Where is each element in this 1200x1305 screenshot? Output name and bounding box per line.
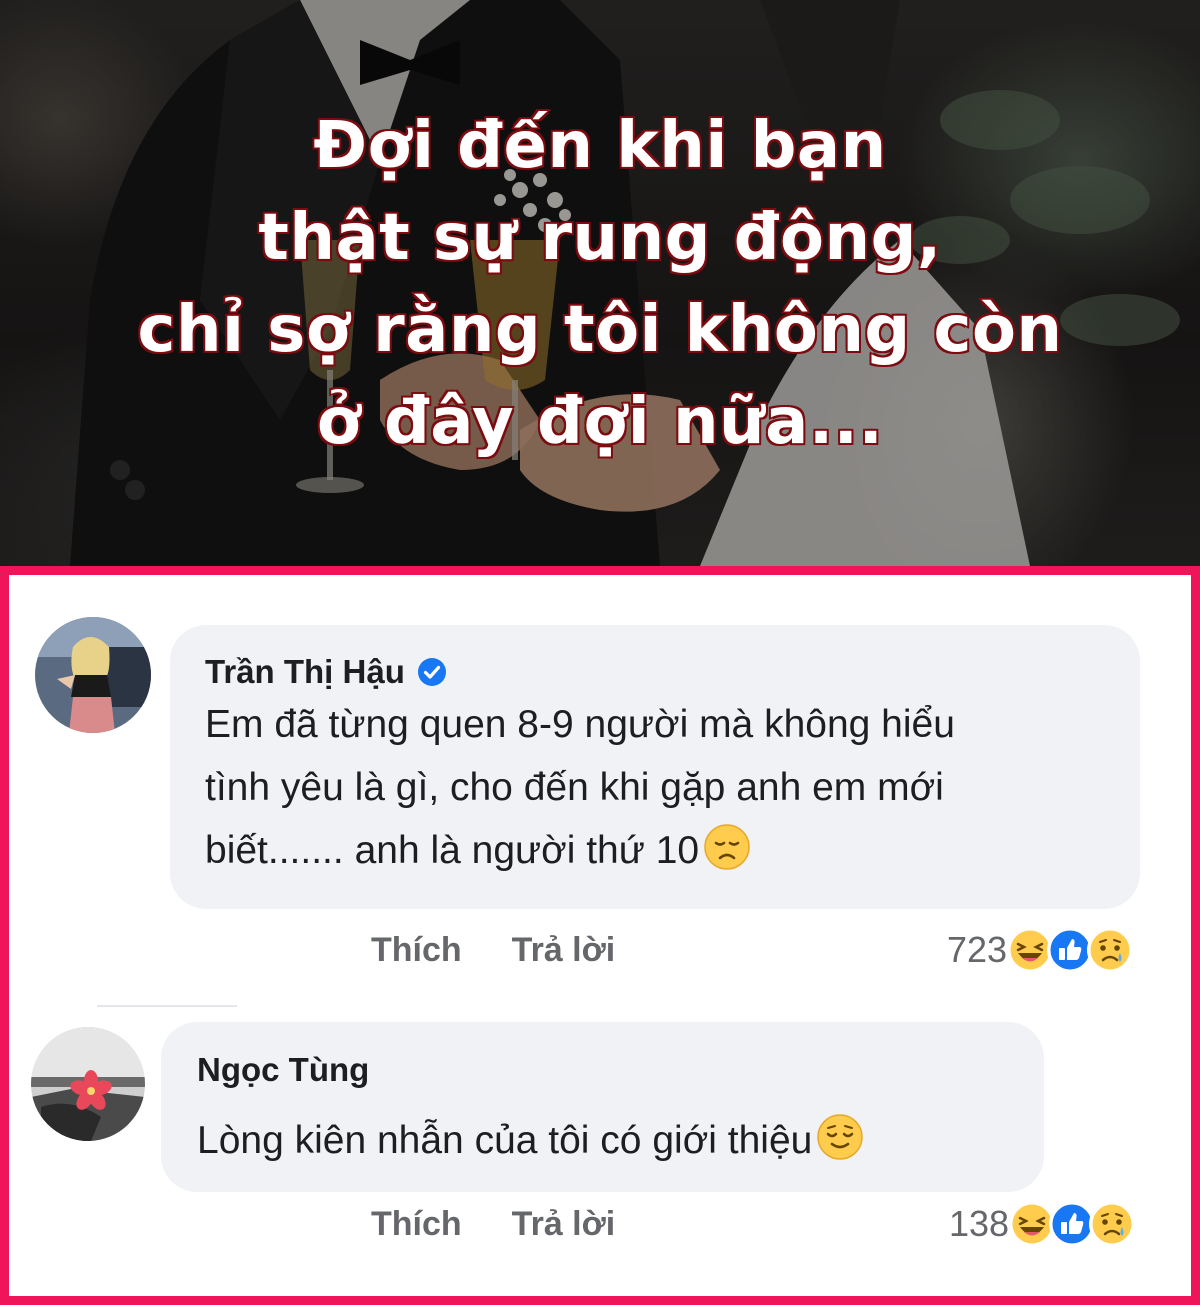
comment-actions: Thích Trả lời [371,931,615,970]
like-button[interactable]: Thích [371,1205,462,1244]
wedding-photo-banner: Đợi đến khi bạn thật sự rung động, chỉ s… [0,0,1200,566]
author-name[interactable]: Ngọc Tùng [197,1051,369,1089]
comments-panel: Trần Thị Hậu Em đã từng quen 8-9 người m… [0,566,1200,1305]
headline-line: thật sự rung động, [257,200,943,277]
reaction-count[interactable]: 138 [949,1203,1009,1245]
comment-item: Trần Thị Hậu Em đã từng quen 8-9 người m… [9,575,1191,995]
comment-author[interactable]: Ngọc Tùng [197,1051,369,1089]
avatar[interactable] [31,1027,145,1141]
reaction-summary[interactable]: 138 [949,1201,1136,1247]
headline-line: chỉ sợ rằng tôi không còn [136,292,1063,369]
verified-badge-icon [417,658,446,686]
headline-line: ở đây đợi nữa... [315,384,884,461]
comment-line: Lòng kiên nhẫn của tôi có giới thiệu [197,1109,1037,1172]
comment-line: Em đã từng quen 8-9 người mà không hiểu [205,703,955,746]
comment-line-text: biết....... anh là người thứ 10 [205,829,700,872]
comment-actions: Thích Trả lời [371,1205,615,1244]
disappointed-face-icon [704,824,750,870]
sad-icon [1089,1201,1136,1247]
like-button[interactable]: Thích [371,931,462,970]
comment-line: biết....... anh là người thứ 10 [205,819,1125,882]
avatar-photo [35,617,151,733]
relieved-face-icon [817,1114,864,1160]
reaction-count[interactable]: 723 [947,929,1007,971]
comment-text: Lòng kiên nhẫn của tôi có giới thiệu [197,1109,1037,1172]
avatar[interactable] [35,617,151,733]
comment-line: tình yêu là gì, cho đến khi gặp anh em m… [205,766,944,809]
avatar-photo [31,1027,145,1141]
reaction-summary[interactable]: 723 [947,927,1134,973]
comment-author[interactable]: Trần Thị Hậu [205,653,447,691]
reply-button[interactable]: Trả lời [512,931,616,970]
comment-text: Em đã từng quen 8-9 người mà không hiểu … [205,693,1125,882]
comment-item: Ngọc Tùng Lòng kiên nhẫn của tôi có giới… [9,1005,1191,1305]
author-name[interactable]: Trần Thị Hậu [205,653,405,691]
headline: Đợi đến khi bạn thật sự rung động, chỉ s… [0,100,1200,468]
sad-icon [1087,927,1134,973]
reply-button[interactable]: Trả lời [512,1205,616,1244]
headline-line: Đợi đến khi bạn [312,108,888,185]
comment-line-text: Lòng kiên nhẫn của tôi có giới thiệu [197,1119,813,1162]
